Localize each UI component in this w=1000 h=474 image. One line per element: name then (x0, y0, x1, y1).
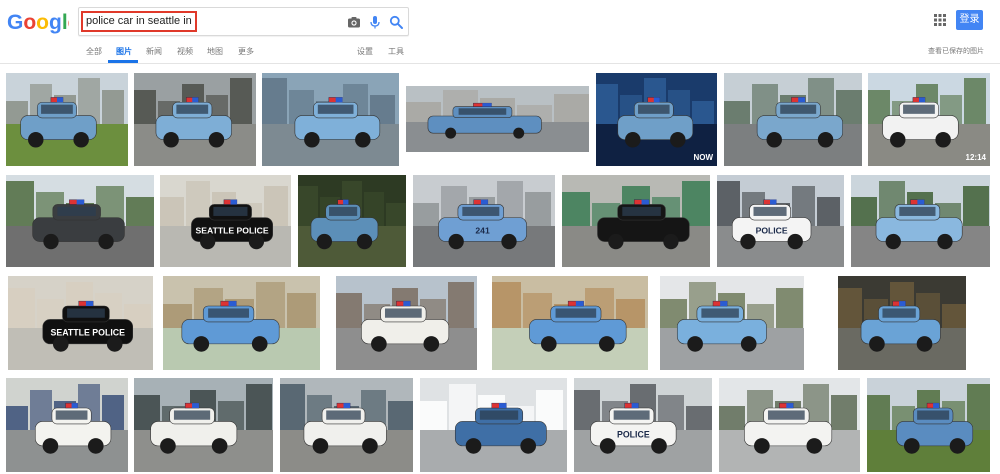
tab-settings[interactable]: 设置 (357, 46, 373, 57)
search-tabs: 全部 图片 新闻 视频 地图 更多 设置 工具 查看已保存的图片 (0, 38, 1000, 64)
result-image-15[interactable]: SEATTLE POLICE (8, 276, 153, 370)
google-logo[interactable]: Google (7, 8, 69, 36)
saved-images-link[interactable]: 查看已保存的图片 (928, 46, 984, 56)
photo-thumbnail: 12:14 (868, 73, 990, 166)
photo-thumbnail: SEATTLE POLICE (8, 276, 153, 370)
photo-thumbnail (838, 276, 966, 370)
result-image-13[interactable]: POLICE (717, 175, 844, 267)
svg-text:Google: Google (7, 11, 69, 34)
photo-thumbnail: POLICE (717, 175, 844, 267)
result-image-10[interactable] (298, 175, 406, 267)
search-icon[interactable] (388, 14, 404, 30)
photo-thumbnail (336, 276, 477, 370)
result-image-21[interactable] (6, 378, 128, 472)
photo-thumbnail: SEATTLE POLICE (160, 175, 291, 267)
result-image-6[interactable] (724, 73, 862, 166)
photo-thumbnail (660, 276, 804, 370)
result-image-9[interactable]: SEATTLE POLICE (160, 175, 291, 267)
result-image-14[interactable] (851, 175, 990, 267)
result-image-22[interactable] (134, 378, 273, 472)
tab-all[interactable]: 全部 (86, 46, 102, 57)
tab-maps[interactable]: 地图 (207, 46, 223, 57)
photo-thumbnail: POLICE (574, 378, 712, 472)
photo-thumbnail: NOW (596, 73, 717, 166)
car-lettering: SEATTLE POLICE (51, 328, 126, 338)
car-lettering: POLICE (617, 430, 650, 440)
tab-tools[interactable]: 工具 (388, 46, 404, 57)
image-overlay-text: 12:14 (966, 153, 987, 162)
search-box: police car in seattle in 2013 (78, 7, 409, 36)
photo-thumbnail (562, 175, 710, 267)
tab-more[interactable]: 更多 (238, 46, 254, 57)
result-image-26[interactable] (719, 378, 860, 472)
photo-thumbnail (420, 378, 567, 472)
photo-thumbnail (719, 378, 860, 472)
result-image-5[interactable]: NOW (596, 73, 717, 166)
tab-videos[interactable]: 视频 (177, 46, 193, 57)
photo-thumbnail (867, 378, 990, 472)
photo-thumbnail (134, 73, 256, 166)
image-results-grid: NOW 12:14 SEATTLE POLICE 241 POLICE SEAT… (0, 64, 1000, 474)
result-image-27[interactable] (867, 378, 990, 472)
photo-thumbnail (280, 378, 413, 472)
photo-thumbnail (298, 175, 406, 267)
result-image-8[interactable] (6, 175, 154, 267)
photo-thumbnail (406, 86, 589, 152)
result-image-20[interactable] (838, 276, 966, 370)
photo-thumbnail (492, 276, 648, 370)
result-image-16[interactable] (163, 276, 320, 370)
photo-thumbnail (262, 73, 399, 166)
photo-thumbnail (163, 276, 320, 370)
result-image-12[interactable] (562, 175, 710, 267)
result-image-24[interactable] (420, 378, 567, 472)
image-overlay-text: NOW (693, 153, 713, 162)
photo-thumbnail (134, 378, 273, 472)
photo-thumbnail (6, 73, 128, 166)
photo-thumbnail (6, 378, 128, 472)
car-lettering: 241 (475, 225, 490, 235)
apps-grid-icon[interactable] (934, 14, 946, 26)
result-image-11[interactable]: 241 (413, 175, 555, 267)
photo-thumbnail (6, 175, 154, 267)
result-image-4[interactable] (406, 86, 589, 152)
result-image-1[interactable] (6, 73, 128, 166)
tab-images[interactable]: 图片 (116, 46, 132, 57)
car-lettering: SEATTLE POLICE (196, 225, 269, 235)
result-image-2[interactable] (134, 73, 256, 166)
search-input[interactable]: police car in seattle in 2013 (81, 11, 197, 32)
tab-news[interactable]: 新闻 (146, 46, 162, 57)
photo-thumbnail: 241 (413, 175, 555, 267)
photo-thumbnail (851, 175, 990, 267)
camera-icon[interactable] (346, 14, 362, 30)
result-image-25[interactable]: POLICE (574, 378, 712, 472)
active-tab-indicator (108, 60, 138, 63)
result-image-17[interactable] (336, 276, 477, 370)
result-image-3[interactable] (262, 73, 399, 166)
microphone-icon[interactable] (367, 14, 383, 30)
photo-thumbnail (724, 73, 862, 166)
header-bar: Google police car in seattle in 2013 登录 (0, 0, 1000, 64)
car-lettering: POLICE (756, 225, 788, 235)
signin-button[interactable]: 登录 (956, 10, 983, 30)
result-image-18[interactable] (492, 276, 648, 370)
result-image-7[interactable]: 12:14 (868, 73, 990, 166)
result-image-19[interactable] (660, 276, 804, 370)
result-image-23[interactable] (280, 378, 413, 472)
